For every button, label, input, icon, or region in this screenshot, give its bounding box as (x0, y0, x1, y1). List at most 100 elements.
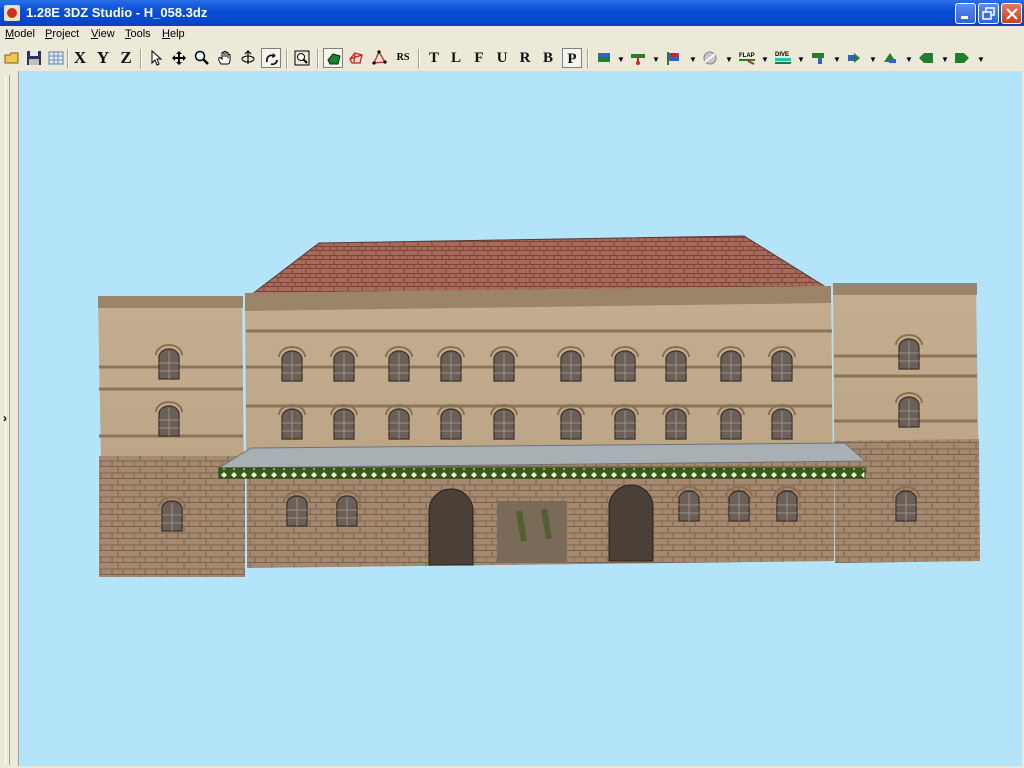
minimize-button[interactable] (955, 3, 976, 24)
dropdown-arrow-icon[interactable]: ▼ (833, 55, 841, 64)
vertex-mode-button[interactable] (369, 48, 389, 68)
wing-left-tool-button[interactable] (916, 48, 936, 68)
save-icon (27, 51, 41, 65)
dive-brake-icon: DIVE (775, 52, 791, 64)
dropdown-arrow-icon[interactable]: ▼ (977, 55, 985, 64)
view-perspective-button[interactable]: P (562, 48, 582, 68)
pointer-arrow-icon (151, 50, 163, 66)
rotate-icon (266, 53, 278, 66)
menu-view[interactable]: View (91, 28, 115, 40)
flap-icon: FLAP (739, 53, 755, 65)
wireframe-icon (349, 52, 363, 64)
view-top-button[interactable]: T (426, 48, 442, 68)
dive-tool-button[interactable]: DIVE (772, 48, 792, 68)
rudder-tool-button[interactable] (844, 48, 864, 68)
svg-text:DIVE: DIVE (775, 52, 789, 58)
toolbar-separator (418, 49, 420, 69)
grid-icon (48, 51, 64, 65)
pan-button[interactable] (215, 48, 235, 68)
flag-tool-button[interactable] (664, 48, 684, 68)
hand-icon (218, 50, 231, 65)
dropdown-arrow-icon[interactable]: ▼ (761, 55, 769, 64)
main-door-right (608, 484, 654, 562)
view-left-button[interactable]: L (448, 48, 464, 68)
menu-tools[interactable]: Tools (125, 28, 151, 40)
dropdown-arrow-icon[interactable]: ▼ (905, 55, 913, 64)
aileron-tool-button[interactable] (880, 48, 900, 68)
vertex-icon (372, 50, 387, 65)
toolbar-separator (286, 49, 288, 69)
menu-model[interactable]: Model (5, 28, 35, 40)
rs-button[interactable]: RS (393, 48, 413, 68)
right-wing-cornice (833, 283, 977, 295)
view-back-button[interactable]: B (540, 48, 556, 68)
left-wing-cornice (98, 296, 243, 308)
toolbar-separator (67, 49, 69, 69)
menu-project[interactable]: Project (45, 28, 79, 40)
wing-left-icon (919, 53, 933, 63)
wing-right-icon (955, 53, 969, 63)
expand-arrow-icon[interactable]: › (3, 411, 7, 425)
landing-gear-icon (598, 53, 610, 62)
propeller-disc-icon (703, 51, 717, 65)
axis-y-button[interactable]: Y (93, 48, 113, 68)
toolbar-separator (587, 49, 589, 69)
wheel-icon (631, 54, 645, 65)
dropdown-arrow-icon[interactable]: ▼ (869, 55, 877, 64)
svg-text:FLAP: FLAP (739, 53, 755, 59)
main-toolbar: X Y Z RS T L F U R B P ▼ ▼ ▼ ▼ FLAP ▼ DI… (0, 46, 1024, 71)
orbit-icon (241, 50, 255, 64)
window-title: 1.28E 3DZ Studio - H_058.3dz (26, 5, 208, 20)
grid-button[interactable] (46, 48, 66, 68)
orbit-button[interactable] (238, 48, 258, 68)
wheel-tool-button[interactable] (628, 48, 648, 68)
axis-x-button[interactable]: X (70, 48, 90, 68)
left-dock-bar: › (0, 71, 19, 768)
flap-tool-button[interactable]: FLAP (736, 48, 756, 68)
dropdown-arrow-icon[interactable]: ▼ (941, 55, 949, 64)
app-icon[interactable] (4, 5, 20, 21)
zoom-button[interactable] (192, 48, 212, 68)
rudder-icon (848, 53, 860, 63)
close-button[interactable] (1001, 3, 1022, 24)
select-button[interactable] (146, 48, 166, 68)
elevator-tool-button[interactable] (808, 48, 828, 68)
dropdown-arrow-icon[interactable]: ▼ (652, 55, 660, 64)
center-arcade (497, 501, 567, 563)
zoom-extents-button[interactable] (292, 48, 312, 68)
awning-edge (218, 467, 866, 479)
maximize-button[interactable] (978, 3, 999, 24)
view-under-button[interactable]: U (494, 48, 510, 68)
dropdown-arrow-icon[interactable]: ▼ (689, 55, 697, 64)
solid-mode-button[interactable] (323, 48, 343, 68)
view-front-button[interactable]: F (471, 48, 487, 68)
elevator-icon (812, 53, 824, 64)
flag-icon (667, 52, 679, 65)
aileron-icon (884, 53, 896, 63)
open-folder-icon (4, 52, 19, 64)
minimize-icon (961, 16, 968, 19)
dropdown-arrow-icon[interactable]: ▼ (725, 55, 733, 64)
wireframe-button[interactable] (346, 48, 366, 68)
move-icon (172, 51, 186, 65)
zoom-extents-icon (294, 50, 310, 66)
rotate-button[interactable] (261, 48, 281, 68)
dropdown-arrow-icon[interactable]: ▼ (617, 55, 625, 64)
magnifier-icon (194, 50, 209, 65)
menu-bar: Model Project View Tools Help (0, 26, 1024, 44)
move-button[interactable] (169, 48, 189, 68)
propeller-tool-button[interactable] (700, 48, 720, 68)
gear-tool-button[interactable] (594, 48, 614, 68)
view-right-button[interactable]: R (517, 48, 533, 68)
save-button[interactable] (24, 48, 44, 68)
main-door-left (428, 488, 474, 566)
open-button[interactable] (2, 48, 22, 68)
toolbar-separator (140, 49, 142, 69)
axis-z-button[interactable]: Z (116, 48, 136, 68)
menu-help[interactable]: Help (162, 28, 185, 40)
3d-viewport[interactable] (19, 71, 1022, 766)
close-icon (1006, 8, 1018, 20)
dropdown-arrow-icon[interactable]: ▼ (797, 55, 805, 64)
building-model (98, 235, 980, 577)
wing-right-tool-button[interactable] (952, 48, 972, 68)
